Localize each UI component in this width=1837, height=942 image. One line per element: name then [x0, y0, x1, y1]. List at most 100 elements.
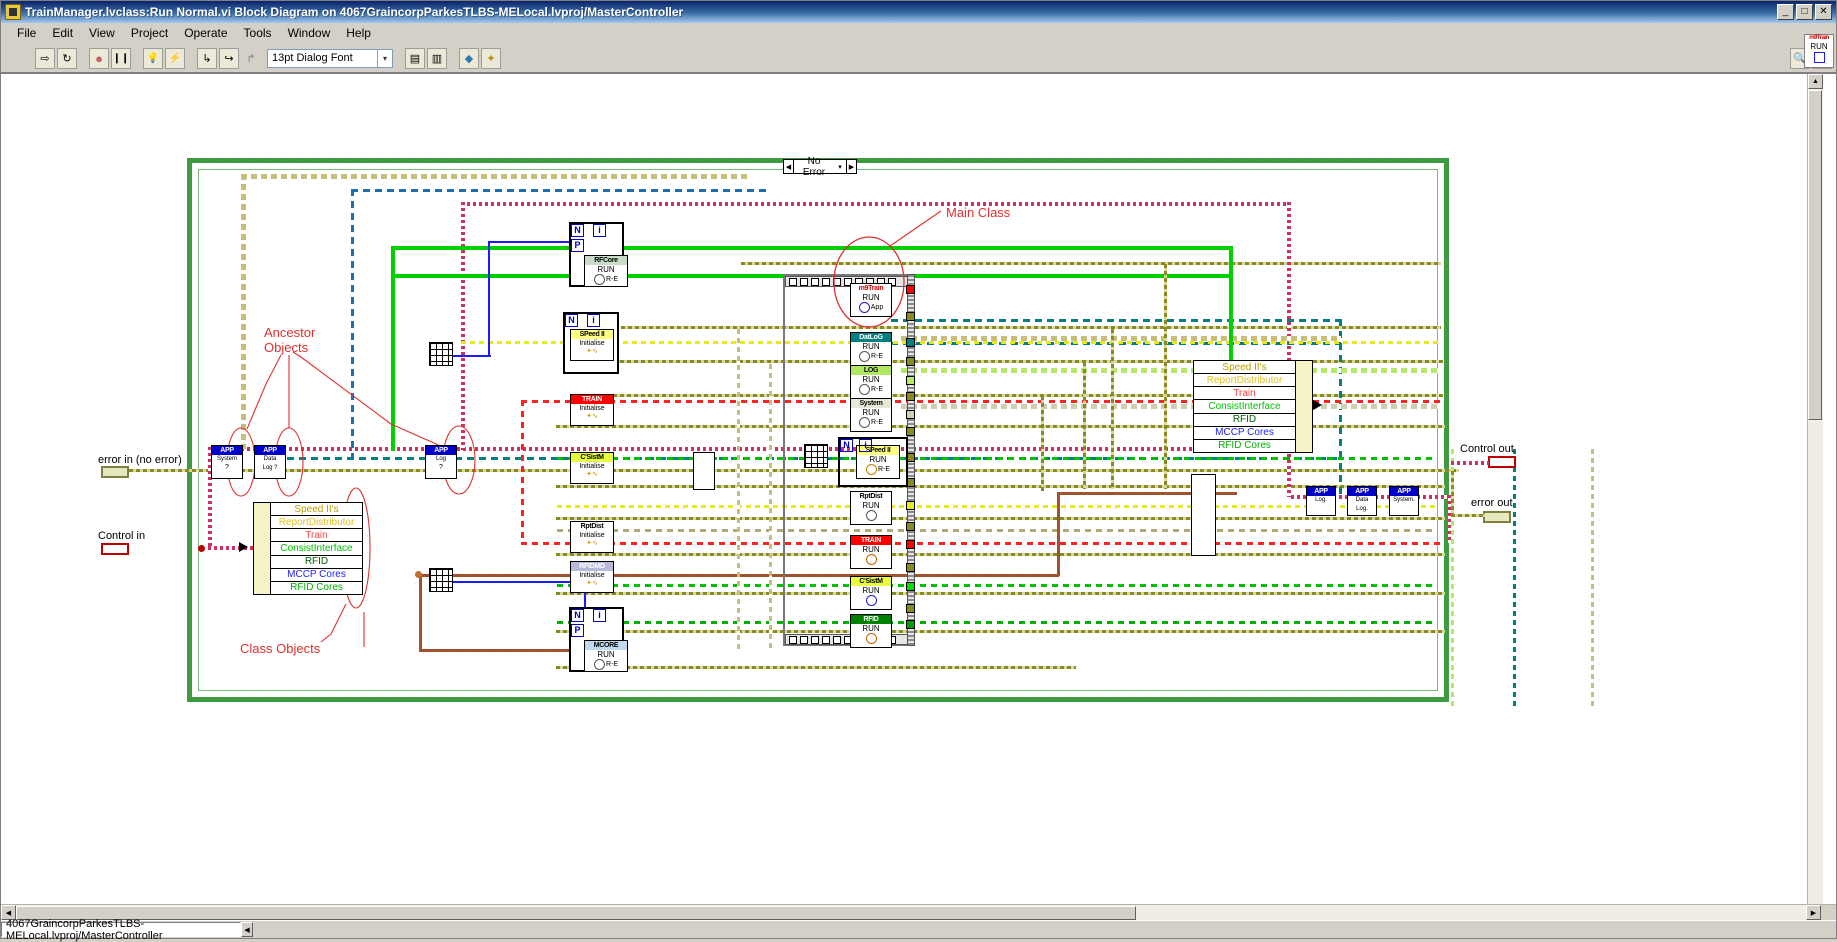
vertical-scroll-thumb[interactable] [1808, 90, 1822, 420]
maximize-button[interactable]: □ [1796, 4, 1813, 20]
resize-gripper[interactable] [1821, 905, 1836, 920]
list-item[interactable]: ConsistInterface [271, 542, 362, 556]
menu-item-file[interactable]: File [9, 24, 44, 42]
chevron-down-icon[interactable]: ▾ [834, 163, 846, 171]
class-objects-list-left[interactable]: Speed II's ReportDistributor Train Consi… [253, 502, 363, 595]
step-over-button[interactable]: ↪ [219, 47, 239, 69]
subvi-datalog-run[interactable]: DatLoG RUN R-E [850, 332, 892, 366]
tunnel-green[interactable] [906, 620, 915, 629]
list-item[interactable]: Speed II's [271, 503, 362, 517]
list-item[interactable]: ReportDistributor [1194, 374, 1295, 388]
subvi-rfidmd-initialise[interactable]: RFIDMD Initialise ✦∿ [570, 561, 614, 593]
list-item[interactable]: MCCP Cores [271, 569, 362, 582]
subvi-train-initialise[interactable]: TRAIN Initialise ✦∿ [570, 394, 614, 426]
array-index-icon[interactable] [429, 568, 453, 592]
subvi-rptdist-run[interactable]: RptDist RUN [850, 491, 892, 525]
array-index-icon[interactable] [429, 342, 453, 366]
case-structure-selector-bottom[interactable] [785, 634, 913, 645]
tunnel-olive[interactable] [906, 522, 915, 531]
retain-wire-values-button[interactable]: ⚡ [165, 47, 185, 69]
tunnel-grey[interactable] [906, 410, 915, 419]
highlight-execution-button[interactable]: 💡 [143, 47, 163, 69]
tunnel-yellow[interactable] [906, 501, 915, 510]
step-into-button[interactable]: ↳ [197, 47, 217, 69]
abort-execution-button[interactable]: ● [89, 47, 109, 69]
subvi-app-data-log[interactable]: APP Data Log ? [254, 445, 286, 479]
subvi-system-run[interactable]: System RUN R-E [850, 398, 892, 432]
subvi-speed2-initialise[interactable]: SPeed II Initialise ✦∿ [570, 329, 614, 361]
list-item[interactable]: MCCP Cores [1194, 427, 1295, 440]
list-item[interactable]: ConsistInterface [1194, 400, 1295, 414]
subvi-consistinterface-run[interactable]: C'SistM RUN [850, 576, 892, 610]
tunnel-olive[interactable] [906, 392, 915, 401]
subvi-rptdist-initialise[interactable]: RptDist Initialise ✦∿ [570, 521, 614, 553]
menu-item-operate[interactable]: Operate [176, 24, 235, 42]
subvi-app-system[interactable]: APP System ? [211, 445, 243, 479]
list-item[interactable]: Train [1194, 387, 1295, 401]
subvi-m9train-run[interactable]: m9Train RUN App [850, 283, 892, 317]
minimize-button[interactable]: _ [1777, 4, 1794, 20]
pause-button[interactable]: ❙❙ [111, 47, 131, 69]
subvi-consistinterface-initialise[interactable]: C'SistM Initialise ✦∿ [570, 452, 614, 484]
list-item[interactable]: RFID Cores [271, 582, 362, 594]
reorder-button[interactable]: ◆ [459, 47, 479, 69]
menu-item-help[interactable]: Help [338, 24, 379, 42]
block-diagram-canvas[interactable]: ◀ No Error ▾ ▶ error in (no error) Contr… [1, 74, 1823, 904]
chevron-down-icon[interactable]: ▾ [377, 49, 392, 67]
list-item[interactable]: RFID [271, 556, 362, 569]
tunnel-teal[interactable] [906, 338, 915, 347]
canvas-horizontal-scrollbar[interactable]: ◀ ▶ [1, 904, 1836, 920]
subvi-rfid-run[interactable]: RFID RUN [850, 614, 892, 648]
subvi-app-data-log-right[interactable]: APP Data Log. [1347, 486, 1377, 516]
build-array-node[interactable] [693, 452, 715, 490]
list-item[interactable]: Speed II's [1194, 361, 1295, 375]
vi-run-status-badge[interactable]: m9Train RUN [1804, 34, 1834, 68]
menu-item-tools[interactable]: Tools [236, 24, 280, 42]
subvi-rfcore-run[interactable]: RFCore RUN R-E [584, 255, 628, 287]
subvi-mcore-run[interactable]: MCORE RUN R-E [584, 640, 628, 672]
combo-right-arrow-icon[interactable]: ▶ [846, 160, 856, 173]
subvi-app-log[interactable]: APP Log ? [425, 445, 457, 479]
scroll-right-button[interactable]: ▶ [1806, 905, 1821, 920]
step-out-button[interactable]: ↱ [241, 47, 261, 69]
distribute-objects-button[interactable]: ▥ [427, 47, 447, 69]
tunnel-olive[interactable] [906, 604, 915, 613]
tunnel-red[interactable] [906, 540, 915, 549]
tunnel-olive[interactable] [906, 563, 915, 572]
terminal-error-out[interactable] [1483, 511, 1511, 523]
list-item[interactable]: Train [271, 529, 362, 543]
subvi-train-run[interactable]: TRAIN RUN [850, 535, 892, 569]
case-structure-selector-top[interactable] [785, 276, 913, 287]
close-button[interactable]: ✕ [1815, 4, 1832, 20]
terminal-error-in[interactable] [101, 466, 129, 478]
terminal-control-out[interactable] [1488, 456, 1516, 468]
terminal-control-in[interactable] [101, 543, 129, 555]
class-objects-list-right[interactable]: Speed II's ReportDistributor Train Consi… [1193, 360, 1313, 453]
tunnel-red[interactable] [906, 285, 915, 294]
tunnel-olive[interactable] [906, 312, 915, 321]
combo-left-arrow-icon[interactable]: ◀ [784, 160, 794, 173]
run-continuously-button[interactable]: ↻ [57, 47, 77, 69]
build-array-node[interactable] [1191, 474, 1216, 556]
list-item[interactable]: ReportDistributor [271, 516, 362, 530]
subvi-app-system-right[interactable]: APP System. [1389, 486, 1419, 516]
menu-item-project[interactable]: Project [123, 24, 176, 42]
run-button[interactable]: ⇨ [35, 47, 55, 69]
tunnel-olive[interactable] [906, 427, 915, 436]
tunnel-green[interactable] [906, 582, 915, 591]
cleanup-diagram-button[interactable]: ✦ [481, 47, 501, 69]
tunnel-olive[interactable] [906, 357, 915, 366]
subvi-app-log-right[interactable]: APP Log. [1306, 486, 1336, 516]
list-item[interactable]: RFID [1194, 414, 1295, 427]
scroll-up-button[interactable]: ▲ [1808, 74, 1823, 89]
error-state-combo[interactable]: ◀ No Error ▾ ▶ [783, 156, 857, 178]
canvas-vertical-scrollbar[interactable]: ▲ ▼ [1807, 74, 1823, 904]
list-item[interactable]: RFID Cores [1194, 440, 1295, 452]
menu-item-view[interactable]: View [81, 24, 123, 42]
subvi-log-run[interactable]: LOG RUN R-E [850, 365, 892, 399]
align-objects-button[interactable]: ▤ [405, 47, 425, 69]
menu-item-window[interactable]: Window [280, 24, 339, 42]
menu-item-edit[interactable]: Edit [44, 24, 81, 42]
status-expand-arrow-icon[interactable]: ◀ [241, 922, 253, 937]
tunnel-ltgreen[interactable] [906, 376, 915, 385]
